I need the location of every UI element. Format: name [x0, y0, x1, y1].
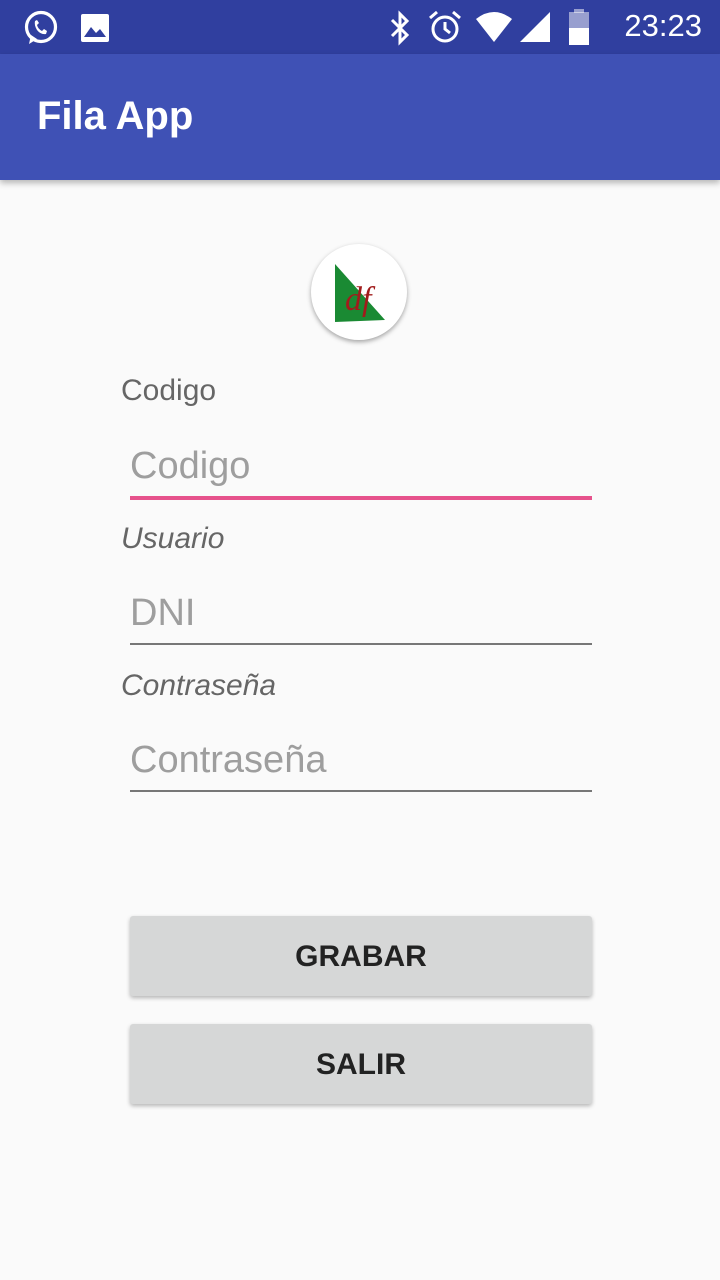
codigo-input[interactable] — [130, 436, 592, 500]
usuario-label: Usuario — [121, 522, 225, 555]
logo-letters: df — [345, 281, 376, 318]
app-title: Fila App — [37, 94, 194, 138]
dni-input[interactable] — [130, 583, 592, 645]
battery-icon — [569, 9, 589, 45]
wifi-icon — [476, 12, 512, 42]
alarm-icon — [429, 10, 461, 43]
status-time: 23:23 — [624, 8, 702, 43]
image-icon — [81, 14, 109, 42]
whatsapp-icon — [24, 10, 58, 44]
bluetooth-icon — [390, 10, 410, 46]
password-label: Contraseña — [121, 669, 277, 702]
salir-button[interactable]: SALIR — [130, 1024, 592, 1104]
app-logo: df — [311, 244, 407, 340]
status-bar: 23:23 — [0, 0, 720, 54]
signal-icon — [520, 12, 550, 42]
password-input[interactable] — [130, 730, 592, 792]
app-bar: Fila App — [0, 54, 720, 180]
logo-image: df — [335, 264, 385, 322]
grabar-button[interactable]: GRABAR — [130, 916, 592, 996]
codigo-label: Codigo — [121, 374, 217, 407]
